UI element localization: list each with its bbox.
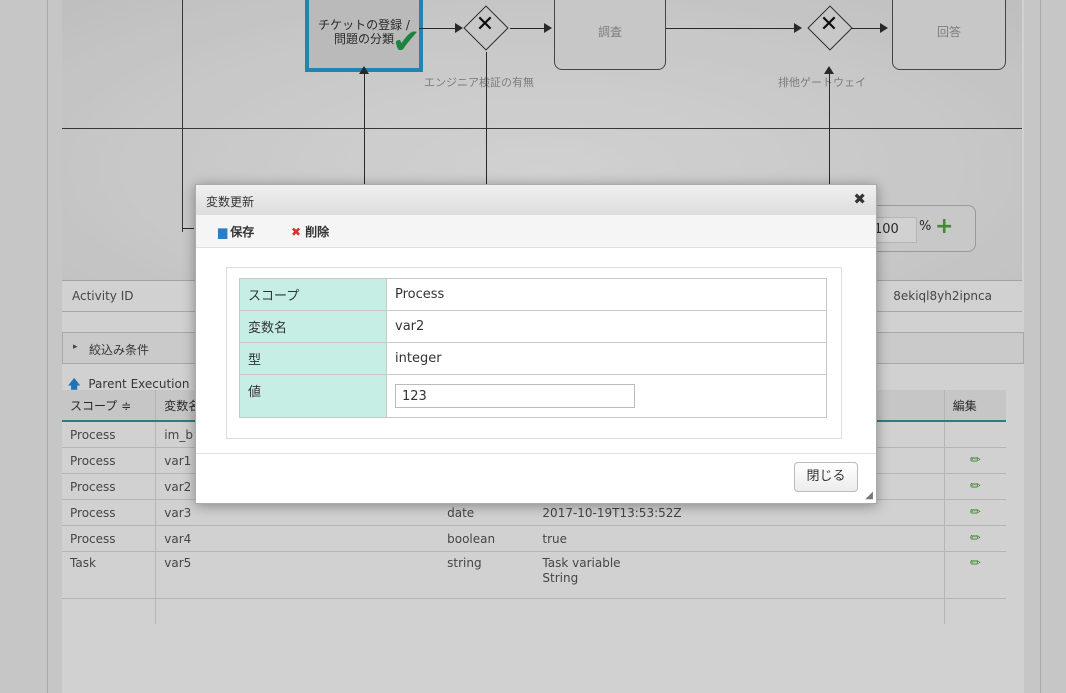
value-input[interactable]: 123 bbox=[395, 384, 635, 408]
delete-button[interactable]: ✖ 削除 bbox=[291, 223, 329, 240]
value-cell: 123 bbox=[386, 374, 827, 418]
scope-label: スコープ bbox=[239, 278, 387, 311]
type-value: integer bbox=[386, 342, 827, 375]
close-icon[interactable]: ✖ bbox=[853, 190, 866, 208]
dialog-footer: 閉じる ◢ bbox=[196, 453, 876, 504]
name-value: var2 bbox=[386, 310, 827, 343]
scope-value: Process bbox=[386, 278, 827, 311]
delete-icon: ✖ bbox=[291, 225, 302, 239]
name-label: 変数名 bbox=[239, 310, 387, 343]
resize-grip-icon[interactable]: ◢ bbox=[865, 490, 873, 501]
form-row-value: 値 123 bbox=[239, 374, 827, 418]
form-row-scope: スコープ Process bbox=[239, 278, 827, 311]
value-label: 値 bbox=[239, 374, 387, 418]
type-label: 型 bbox=[239, 342, 387, 375]
delete-label: 削除 bbox=[305, 225, 330, 239]
save-icon: ▆ bbox=[218, 225, 228, 239]
dialog-form-container: スコープ Process 変数名 var2 型 integer 値 123 bbox=[226, 267, 842, 439]
dialog-toolbar: ▆ 保存 ✖ 削除 bbox=[196, 215, 876, 248]
close-button[interactable]: 閉じる bbox=[794, 462, 858, 492]
form-row-name: 変数名 var2 bbox=[239, 310, 827, 343]
dialog-titlebar[interactable]: 変数更新 ✖ bbox=[196, 185, 876, 216]
save-button[interactable]: ▆ 保存 bbox=[218, 223, 254, 240]
save-label: 保存 bbox=[230, 225, 255, 239]
dialog-title: 変数更新 bbox=[206, 195, 255, 209]
form-row-type: 型 integer bbox=[239, 342, 827, 375]
variable-form: スコープ Process 変数名 var2 型 integer 値 123 bbox=[239, 278, 827, 418]
update-variable-dialog: 変数更新 ✖ ▆ 保存 ✖ 削除 スコープ Process 変数名 var2 型 i… bbox=[195, 184, 877, 504]
